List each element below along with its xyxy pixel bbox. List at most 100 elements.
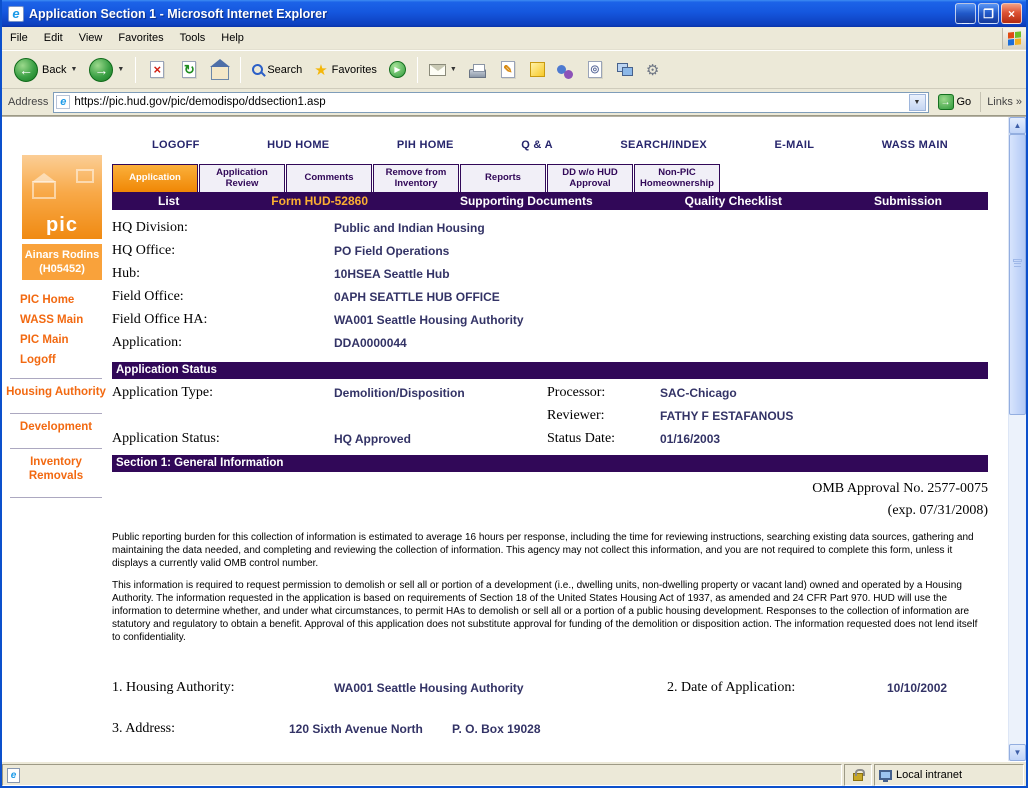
toolbar-separator — [417, 57, 418, 83]
scroll-track[interactable] — [1009, 134, 1026, 744]
toolbar-separator — [135, 57, 136, 83]
stop-icon: × — [154, 62, 162, 77]
burden-paragraph: Public reporting burden for this collect… — [112, 531, 988, 570]
back-button[interactable]: ← Back ▼ — [8, 55, 83, 85]
stop-button[interactable]: × — [141, 56, 173, 84]
sidebar-item-pic-main[interactable]: PIC Main — [20, 330, 110, 350]
scroll-down-arrow[interactable]: ▼ — [1009, 744, 1026, 761]
nav-logoff[interactable]: LOGOFF — [152, 139, 200, 151]
refresh-button[interactable]: ↻ — [173, 56, 205, 84]
subnav-quality-checklist[interactable]: Quality Checklist — [685, 194, 782, 208]
subnav-list[interactable]: List — [158, 194, 179, 208]
forward-button[interactable]: → ▼ — [83, 55, 130, 85]
go-icon: → — [938, 94, 954, 110]
screens-button[interactable] — [611, 60, 640, 79]
sidebar-item-pic-home[interactable]: PIC Home — [20, 290, 110, 310]
field-row: Hub: 10HSEA Seattle Hub — [112, 264, 988, 287]
sidebar-item-wass-main[interactable]: WASS Main — [20, 310, 110, 330]
menu-view[interactable]: View — [71, 29, 111, 47]
subnav-submission[interactable]: Submission — [874, 194, 942, 208]
menu-help[interactable]: Help — [213, 29, 252, 47]
scroll-up-arrow[interactable]: ▲ — [1009, 117, 1026, 134]
menu-edit[interactable]: Edit — [36, 29, 71, 47]
tab-non-pic-homeownership[interactable]: Non-PIC Homeownership — [634, 164, 720, 192]
field-row: HQ Division: Public and Indian Housing — [112, 218, 988, 241]
address-dropdown-icon[interactable]: ▼ — [909, 94, 926, 111]
search-button[interactable]: Search — [246, 61, 308, 79]
window-title: Application Section 1 - Microsoft Intern… — [29, 7, 953, 21]
omb-approval: OMB Approval No. 2577-0075 (exp. 07/31/2… — [112, 478, 988, 522]
sidebar-item-inventory-removals[interactable]: Inventory Removals — [2, 449, 110, 489]
subnav-supporting-documents[interactable]: Supporting Documents — [460, 194, 593, 208]
vertical-scrollbar[interactable]: ▲ ▼ — [1008, 117, 1026, 761]
intranet-icon — [879, 770, 892, 780]
field-row: Application Status: HQ Approved Status D… — [112, 429, 988, 452]
address-input[interactable]: e https://pic.hud.gov/pic/demodispo/ddse… — [53, 92, 928, 113]
tab-dd-wo-hud-approval[interactable]: DD w/o HUD Approval — [547, 164, 633, 192]
nav-wass-main[interactable]: WASS MAIN — [882, 139, 948, 151]
links-chevron-icon[interactable]: » — [1016, 96, 1022, 108]
close-button[interactable]: × — [1001, 3, 1022, 24]
field-row: HQ Office: PO Field Operations — [112, 241, 988, 264]
field-row: Field Office HA: WA001 Seattle Housing A… — [112, 310, 988, 333]
gear-icon: ⚙ — [646, 61, 659, 79]
address-bar: Address e https://pic.hud.gov/pic/demodi… — [2, 89, 1026, 116]
field-row: Application: DDA0000044 — [112, 333, 988, 356]
subnav-form-hud-52860[interactable]: Form HUD-52860 — [271, 194, 368, 208]
media-button[interactable]: ▶ — [383, 58, 412, 81]
browser-window: e Application Section 1 - Microsoft Inte… — [0, 0, 1028, 788]
pic-logo: pic — [22, 155, 102, 239]
search-icon — [252, 64, 263, 75]
back-dropdown-icon[interactable]: ▼ — [70, 66, 77, 73]
info-paragraph: This information is required to request … — [112, 579, 988, 644]
maximize-button[interactable]: ❐ — [978, 3, 999, 24]
tools-button[interactable]: ⚙ — [640, 58, 665, 82]
links-bar[interactable]: Links » — [980, 92, 1022, 112]
print-button[interactable] — [463, 58, 492, 81]
home-icon — [211, 66, 229, 80]
mail-button[interactable]: ▼ — [423, 61, 463, 79]
messenger-button[interactable] — [551, 58, 579, 82]
security-segment — [844, 764, 872, 786]
menu-file[interactable]: File — [2, 29, 36, 47]
forward-icon: → — [89, 58, 113, 82]
favorites-star-icon: ★ — [314, 61, 327, 79]
tab-remove-from-inventory[interactable]: Remove from Inventory — [373, 164, 459, 192]
tab-application-review[interactable]: Application Review — [199, 164, 285, 192]
sidebar-item-logoff[interactable]: Logoff — [20, 350, 110, 370]
favorites-button[interactable]: ★ Favorites — [308, 58, 383, 82]
sidebar-item-development[interactable]: Development — [2, 414, 110, 440]
tab-reports[interactable]: Reports — [460, 164, 546, 192]
address-url: https://pic.hud.gov/pic/demodispo/ddsect… — [74, 96, 904, 108]
application-status-header: Application Status — [112, 362, 988, 379]
tab-application[interactable]: Application — [112, 164, 198, 192]
monitors-icon — [617, 63, 634, 76]
nav-email[interactable]: E-MAIL — [775, 139, 815, 151]
nav-qa[interactable]: Q & A — [521, 139, 553, 151]
tab-comments[interactable]: Comments — [286, 164, 372, 192]
sub-nav: List Form HUD-52860 Supporting Documents… — [112, 192, 988, 210]
discuss-button[interactable] — [524, 59, 551, 80]
nav-search-index[interactable]: SEARCH/INDEX — [620, 139, 707, 151]
menu-tools[interactable]: Tools — [172, 29, 214, 47]
status-fields: Application Type: Demolition/Disposition… — [112, 383, 988, 452]
edit-button[interactable]: ✎ — [492, 56, 524, 84]
forward-dropdown-icon[interactable]: ▼ — [117, 66, 124, 73]
scroll-thumb[interactable] — [1009, 134, 1026, 415]
sidebar-item-housing-authority[interactable]: Housing Authority — [2, 379, 110, 405]
print-icon — [469, 69, 486, 78]
go-button[interactable]: → Go — [934, 93, 976, 111]
question-1-row: 1. Housing Authority: WA001 Seattle Hous… — [112, 678, 988, 701]
mail-icon — [429, 64, 446, 76]
nav-hud-home[interactable]: HUD HOME — [267, 139, 329, 151]
toolbar-separator — [240, 57, 241, 83]
media-icon: ▶ — [389, 61, 406, 78]
minimize-button[interactable]: _ — [955, 3, 976, 24]
user-badge: Ainars Rodins (H05452) — [22, 244, 102, 280]
pic-logo-text: pic — [46, 214, 78, 237]
menu-favorites[interactable]: Favorites — [110, 29, 171, 47]
nav-pih-home[interactable]: PIH HOME — [397, 139, 454, 151]
research-button[interactable]: ◎ — [579, 56, 611, 84]
home-button[interactable] — [205, 57, 235, 83]
research-icon: ◎ — [590, 64, 599, 75]
